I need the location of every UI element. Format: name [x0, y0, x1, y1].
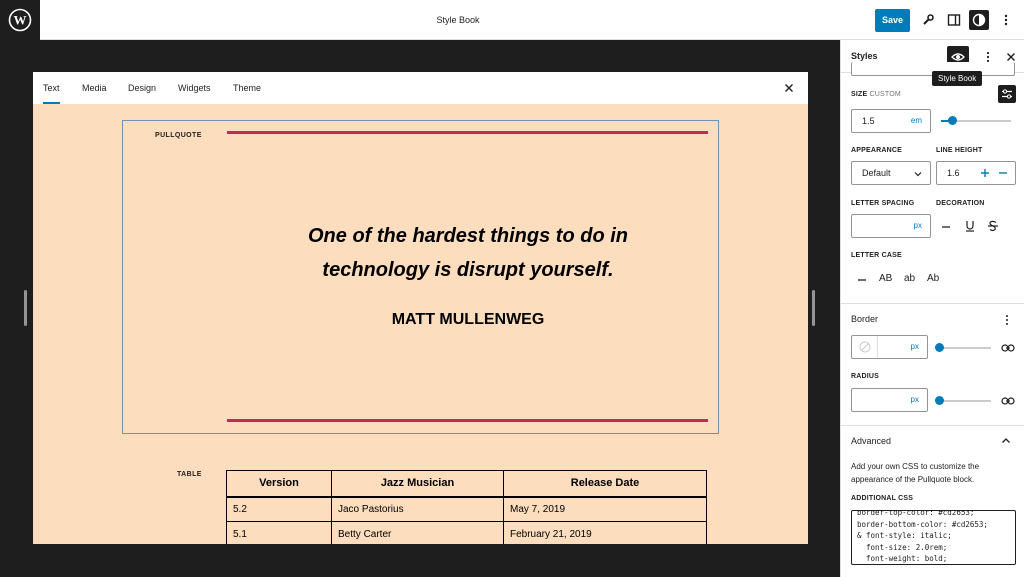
resize-handle-left[interactable] [24, 290, 27, 326]
border-options-icon[interactable] [1001, 314, 1013, 326]
strikethrough-icon[interactable] [987, 220, 999, 232]
border-panel-title[interactable]: Border [851, 314, 878, 324]
case-uppercase-button[interactable]: AB [879, 273, 892, 284]
appearance-select[interactable]: Default [851, 161, 931, 185]
additional-css-textarea[interactable]: border-top-color: #cd2653; border-bottom-… [851, 510, 1016, 565]
radius-slider-track[interactable] [938, 400, 991, 402]
table-cell: Jaco Pastorius [331, 496, 504, 522]
tab-media[interactable]: Media [82, 72, 107, 104]
pullquote-text: One of the hardest things to do in techn… [243, 219, 693, 287]
tab-widgets[interactable]: Widgets [178, 72, 211, 104]
table-cell: May 7, 2019 [503, 496, 707, 522]
size-options-icon[interactable] [998, 85, 1016, 103]
appearance-value: Default [862, 168, 891, 178]
radius-input[interactable]: px [851, 388, 928, 412]
pullquote-citation: MATT MULLENWEG [391, 311, 545, 328]
table-row: 5.2 Jaco Pastorius May 7, 2019 [226, 496, 707, 522]
styles-sidebar: Styles SIZE CUSTOM 1.5 em APPEARANCE LIN… [840, 40, 1024, 577]
pullquote-bottom-border [227, 419, 708, 422]
document-title: Style Book [436, 15, 480, 25]
table-cell: 5.1 [226, 521, 332, 544]
table-header-row: Version Jazz Musician Release Date [226, 470, 707, 498]
table-header: Jazz Musician [331, 470, 504, 498]
size-unit[interactable]: em [911, 110, 922, 132]
style-book-panel: Text Media Design Widgets Theme PULLQUOT… [33, 72, 808, 544]
save-button[interactable]: Save [875, 9, 910, 32]
quote-line-2: technology is disrupt yourself. [322, 259, 614, 281]
css-line: border-top-color: #cd2653; [857, 510, 975, 517]
table-header: Version [226, 470, 332, 498]
minus-icon[interactable] [998, 168, 1008, 178]
border-unit[interactable]: px [911, 336, 919, 358]
css-line: font-weight: bold; [857, 554, 948, 563]
size-slider-thumb[interactable] [948, 116, 957, 125]
tab-theme[interactable]: Theme [233, 72, 261, 104]
chevron-down-icon [914, 172, 922, 177]
pullquote-example[interactable]: One of the hardest things to do in techn… [122, 120, 719, 434]
radius-slider-thumb[interactable] [935, 396, 944, 405]
radius-unit[interactable]: px [911, 389, 919, 411]
table-header: Release Date [503, 470, 707, 498]
size-value: 1.5 [862, 116, 875, 126]
border-slider-track[interactable] [938, 347, 991, 349]
close-icon[interactable] [782, 81, 796, 95]
additional-css-label: ADDITIONAL CSS [851, 495, 914, 502]
plus-icon[interactable] [980, 168, 990, 178]
options-kebab-icon[interactable] [996, 10, 1016, 30]
line-height-value: 1.6 [947, 168, 960, 178]
line-height-input[interactable]: 1.6 [936, 161, 1016, 185]
advanced-panel-title[interactable]: Advanced [851, 436, 891, 446]
decoration-label: DECORATION [936, 200, 985, 207]
section-divider [841, 303, 1024, 304]
case-lowercase-button[interactable]: ab [904, 273, 915, 284]
css-line: font-size: 2.0rem; [857, 542, 948, 552]
size-label: SIZE CUSTOM [851, 91, 901, 98]
css-line: & font-style: italic; [857, 531, 952, 540]
decoration-none-icon[interactable] [941, 222, 951, 232]
style-book-tooltip: Style Book [932, 71, 983, 86]
letter-spacing-input[interactable]: px [851, 214, 931, 238]
editor-header: W Style Book Save [0, 0, 1024, 40]
table-cell: February 21, 2019 [503, 521, 707, 544]
border-color-swatch-icon[interactable] [859, 341, 871, 353]
advanced-help-text: Add your own CSS to customize the appear… [851, 462, 980, 484]
underline-icon[interactable] [964, 220, 976, 232]
quote-line-1: One of the hardest things to do in [308, 225, 628, 247]
case-capitalize-button[interactable]: Ab [927, 273, 939, 284]
settings-sidebar-icon[interactable] [944, 10, 964, 30]
tools-wrench-icon[interactable] [918, 10, 938, 30]
table-cell: Betty Carter [331, 521, 504, 544]
letter-spacing-unit[interactable]: px [914, 215, 922, 237]
border-width-input[interactable]: px [851, 335, 928, 359]
table-row: 5.1 Betty Carter February 21, 2019 [226, 521, 707, 544]
styles-contrast-icon[interactable] [969, 10, 989, 30]
size-input[interactable]: 1.5 em [851, 109, 931, 133]
appearance-label: APPEARANCE [851, 147, 903, 154]
tab-text[interactable]: Text [43, 72, 60, 104]
style-book-tabs: Text Media Design Widgets Theme [33, 72, 808, 104]
case-none-icon[interactable] [857, 275, 867, 285]
css-line: border-bottom-color: #cd2653; [857, 519, 988, 529]
size-label-text: SIZE [851, 91, 868, 98]
border-slider-thumb[interactable] [935, 343, 944, 352]
line-height-label: LINE HEIGHT [936, 147, 983, 154]
table-cell: 5.2 [226, 496, 332, 522]
resize-handle-right[interactable] [812, 290, 815, 326]
pullquote-top-border [227, 131, 708, 134]
field-separator [877, 336, 878, 358]
table-label: TABLE [177, 471, 202, 478]
radius-label: RADIUS [851, 373, 880, 380]
tab-design[interactable]: Design [128, 72, 156, 104]
link-icon[interactable] [1001, 342, 1015, 354]
section-divider [841, 425, 1024, 426]
table-example[interactable]: Version Jazz Musician Release Date 5.2 J… [226, 470, 707, 544]
letter-spacing-label: LETTER SPACING [851, 200, 915, 207]
chevron-up-icon[interactable] [1001, 436, 1011, 446]
link-icon[interactable] [1001, 395, 1015, 407]
size-custom-label: CUSTOM [869, 91, 901, 98]
letter-case-label: LETTER CASE [851, 252, 902, 259]
